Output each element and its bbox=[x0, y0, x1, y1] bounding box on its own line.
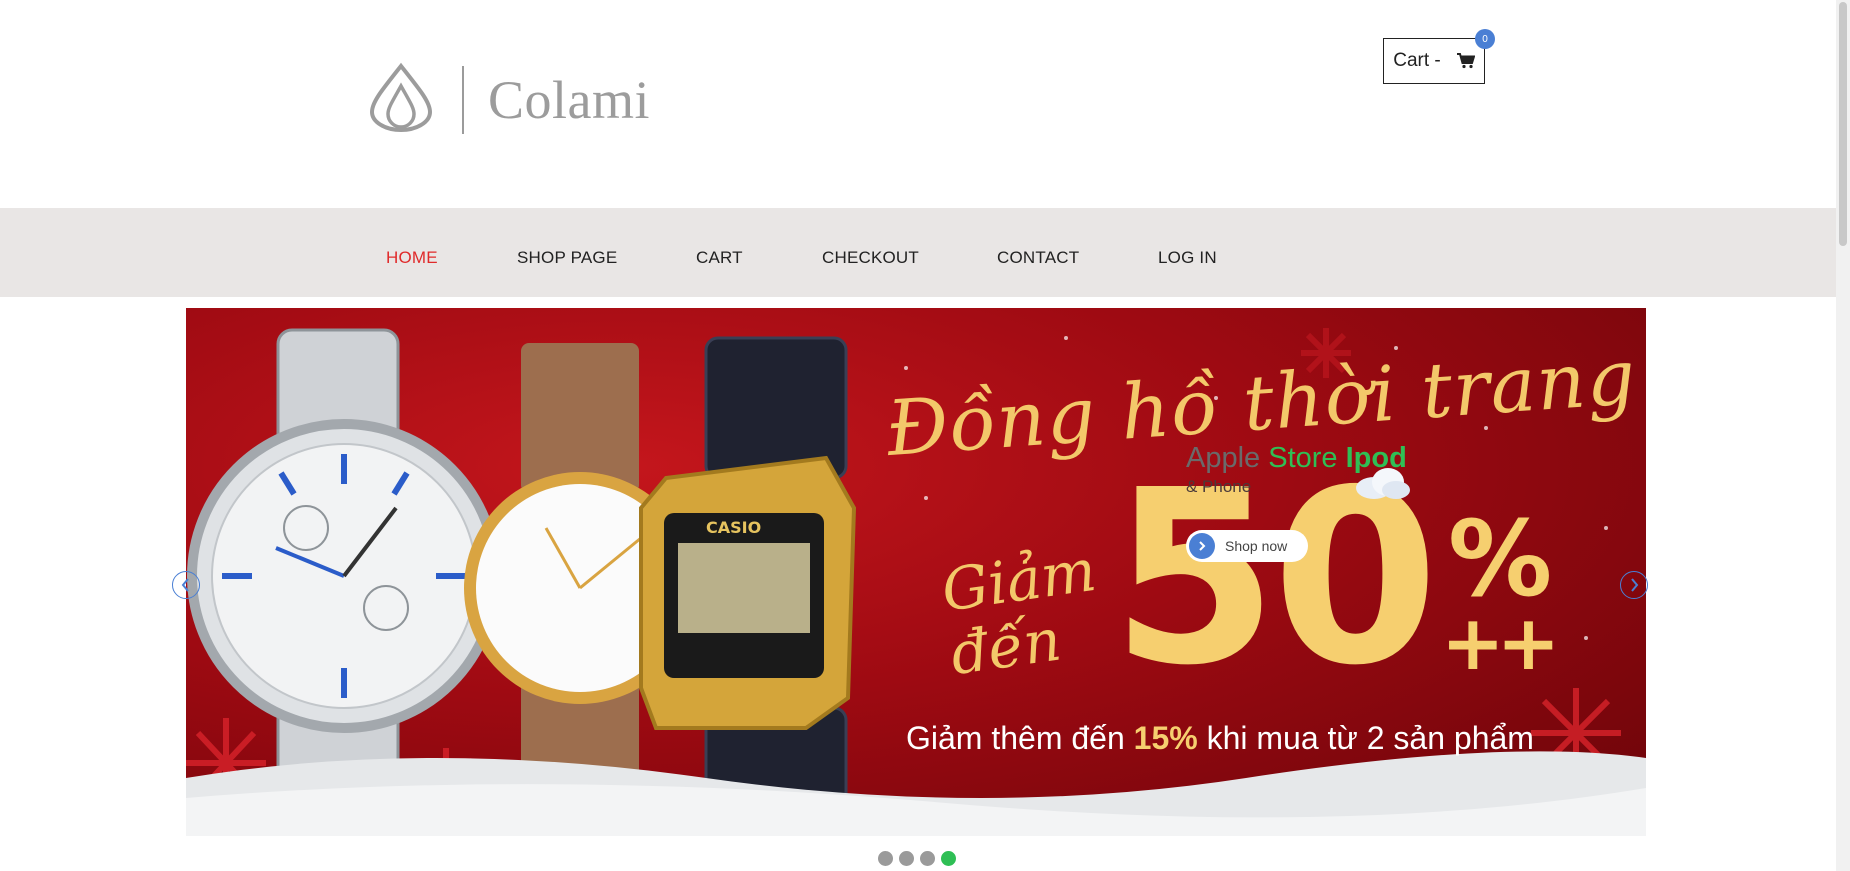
site-header: Colami Cart - 0 bbox=[0, 0, 1836, 208]
svg-text:CASIO: CASIO bbox=[706, 518, 761, 537]
page-scrollbar[interactable] bbox=[1836, 0, 1850, 871]
nav-item-checkout[interactable]: CHECKOUT bbox=[822, 248, 919, 268]
cloud-icon bbox=[1356, 468, 1410, 499]
slider-dot[interactable] bbox=[878, 851, 893, 866]
site-logo[interactable]: Colami bbox=[368, 62, 650, 137]
chevron-left-icon bbox=[181, 578, 189, 592]
nav-item-home[interactable]: HOME bbox=[386, 248, 438, 268]
scrollbar-thumb[interactable] bbox=[1839, 2, 1847, 246]
nav-item-contact[interactable]: CONTACT bbox=[997, 248, 1079, 268]
shop-now-button[interactable]: Shop now bbox=[1186, 530, 1308, 562]
nav-item-cart[interactable]: CART bbox=[696, 248, 743, 268]
cart-count-badge: 0 bbox=[1475, 29, 1495, 49]
cart-button[interactable]: Cart - bbox=[1383, 38, 1485, 84]
nav-item-shop-page[interactable]: SHOP PAGE bbox=[517, 248, 617, 268]
drop-logo-icon bbox=[368, 62, 434, 137]
banner-plus-signs: ++ bbox=[1441, 598, 1560, 687]
slider-dot[interactable] bbox=[920, 851, 935, 866]
banner-discount-prefix: Giảm đến bbox=[937, 535, 1100, 689]
slider-dot-active[interactable] bbox=[941, 851, 956, 866]
chevron-right-icon bbox=[1631, 578, 1639, 592]
slider-dot[interactable] bbox=[899, 851, 914, 866]
logo-text: Colami bbox=[488, 69, 650, 130]
shop-now-label: Shop now bbox=[1225, 538, 1288, 554]
banner-subline: Giảm thêm đến 15% khi mua từ 2 sản phẩm bbox=[906, 720, 1534, 756]
hero-banner[interactable]: CASIO Đồng hồ thời trang Giảm đến 50 % +… bbox=[186, 308, 1646, 836]
slider-prev-button[interactable] bbox=[172, 571, 200, 599]
chevron-right-icon bbox=[1189, 533, 1215, 559]
slider-pagination bbox=[878, 851, 956, 866]
main-nav: HOME SHOP PAGE CART CHECKOUT CONTACT LOG… bbox=[0, 208, 1836, 297]
logo-divider bbox=[462, 65, 464, 134]
shopping-cart-icon bbox=[1456, 53, 1475, 69]
nav-item-log-in[interactable]: LOG IN bbox=[1158, 248, 1217, 268]
cart-label: Cart - bbox=[1393, 50, 1441, 71]
slider-next-button[interactable] bbox=[1620, 571, 1648, 599]
